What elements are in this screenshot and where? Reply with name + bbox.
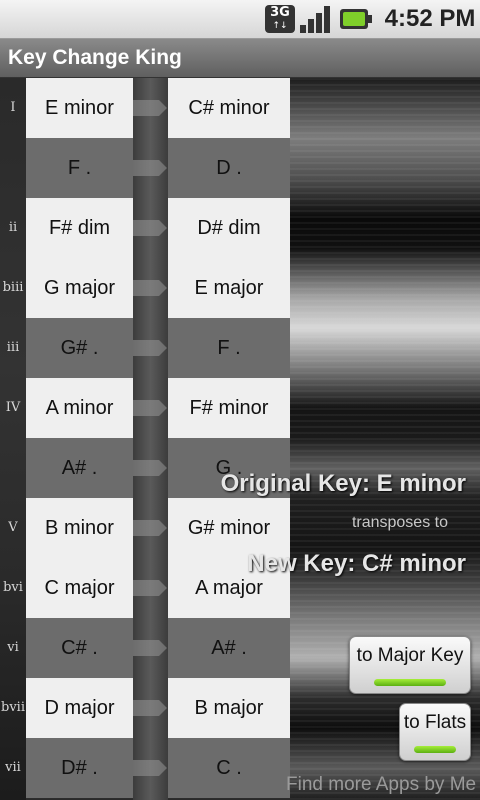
more-apps-link[interactable]: Find more Apps by Me — [286, 770, 480, 800]
to-major-key-label: to Major Key — [356, 645, 464, 666]
chord-row: ii F# dim D# dim — [0, 198, 290, 258]
original-chord-cell[interactable]: D# . — [26, 738, 133, 798]
chord-row: iii G# . F . — [0, 318, 290, 378]
toggle-indicator-icon — [414, 746, 456, 753]
transposed-chord-cell[interactable]: A# . — [168, 618, 290, 678]
chord-row: bvii D major B major — [0, 678, 290, 738]
transposed-chord-cell[interactable]: F . — [168, 318, 290, 378]
original-chord-cell[interactable]: D major — [26, 678, 133, 738]
chord-row: IV A minor F# minor — [0, 378, 290, 438]
scale-degree-label — [0, 138, 26, 198]
app-title-bar: Key Change King — [0, 39, 480, 78]
chord-row: V B minor G# minor — [0, 498, 290, 558]
network-3g-icon: 3G ↑↓ — [265, 5, 297, 33]
original-chord-cell[interactable]: C major — [26, 558, 133, 618]
scale-degree-label: bvi — [3, 580, 23, 595]
to-flats-button[interactable]: to Flats — [399, 703, 471, 761]
original-chord-cell[interactable]: F# dim — [26, 198, 133, 258]
to-flats-label: to Flats — [403, 712, 467, 733]
to-major-key-button[interactable]: to Major Key — [349, 636, 471, 694]
data-arrows-icon: ↑↓ — [272, 21, 288, 31]
original-chord-cell[interactable]: F . — [26, 138, 133, 198]
original-chord-cell[interactable]: A# . — [26, 438, 133, 498]
toggle-indicator-icon — [374, 679, 446, 686]
transposed-chord-cell[interactable]: D . — [168, 138, 290, 198]
transposed-chord-cell[interactable]: B major — [168, 678, 290, 738]
transposed-chord-cell[interactable]: D# dim — [168, 198, 290, 258]
chord-row: biii G major E major — [0, 258, 290, 318]
original-chord-cell[interactable]: G# . — [26, 318, 133, 378]
transposes-to-label: transposes to — [351, 514, 448, 531]
scale-degree-label: ii — [8, 220, 18, 235]
scale-degree-label: biii — [2, 280, 24, 295]
transposed-chord-cell[interactable]: G# minor — [168, 498, 290, 558]
new-key-label: New Key: C# minor — [247, 550, 466, 577]
original-chord-cell[interactable]: A minor — [26, 378, 133, 438]
battery-charging-icon — [340, 5, 374, 33]
original-chord-cell[interactable]: E minor — [26, 78, 133, 138]
app-title: Key Change King — [8, 46, 182, 69]
scale-degree-label: iii — [6, 340, 20, 355]
transposed-chord-cell[interactable]: F# minor — [168, 378, 290, 438]
chord-row: I E minor C# minor — [0, 78, 290, 138]
status-clock: 4:52 PM — [384, 5, 476, 32]
original-chord-cell[interactable]: C# . — [26, 618, 133, 678]
transposed-chord-cell[interactable]: E major — [168, 258, 290, 318]
scale-degree-label: I — [10, 100, 16, 115]
transposed-chord-cell[interactable]: C . — [168, 738, 290, 798]
scale-degree-label: vii — [5, 760, 21, 775]
status-bar: 3G ↑↓ 4:52 PM — [0, 0, 480, 39]
original-key-label: Original Key: E minor — [220, 470, 466, 497]
signal-strength-icon — [300, 5, 332, 33]
scale-degree-label — [0, 438, 26, 498]
original-chord-cell[interactable]: G major — [26, 258, 133, 318]
scale-degree-label: bvii — [1, 700, 25, 715]
original-chord-cell[interactable]: B minor — [26, 498, 133, 558]
transposed-chord-cell[interactable]: C# minor — [168, 78, 290, 138]
chord-row: vii D# . C . — [0, 738, 290, 798]
scale-degree-label: vi — [7, 640, 19, 655]
chord-row: vi C# . A# . — [0, 618, 290, 678]
chord-row: F . D . — [0, 138, 290, 198]
scale-degree-label: IV — [5, 400, 21, 415]
scale-degree-label: V — [8, 520, 18, 535]
